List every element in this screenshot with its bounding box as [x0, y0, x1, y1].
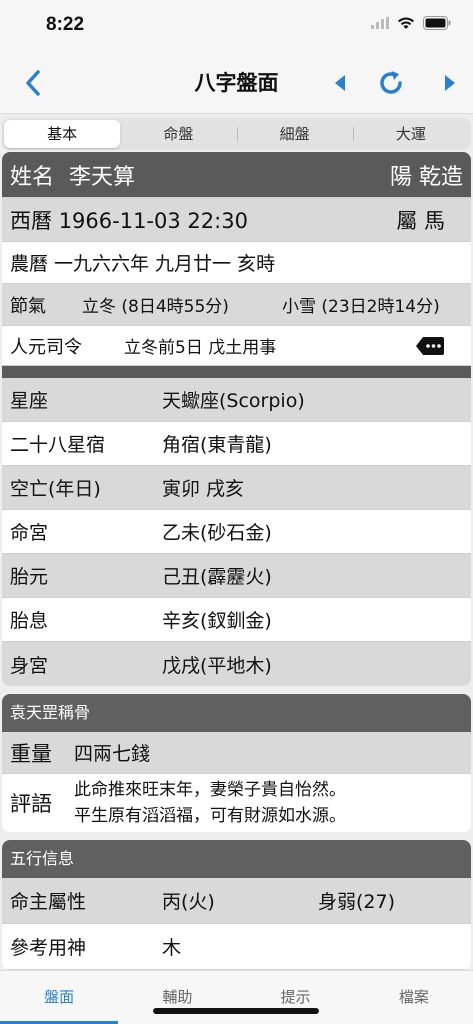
wuxing-value: 丙(火): [162, 891, 215, 913]
segment-detail[interactable]: 細盤: [236, 120, 353, 148]
bone-weight-card: 袁天罡稱骨 重量 四兩七錢 評語 此命推來旺末年，妻榮子貴自怡然。 平生原有滔滔…: [2, 694, 471, 832]
info-label: 命宮: [10, 522, 49, 544]
lunar-label: 農曆: [10, 253, 49, 275]
weight-value: 四兩七錢: [74, 743, 151, 765]
jieqi-end: 小雪 (23日2時14分): [282, 297, 440, 317]
comment-label: 評語: [10, 792, 52, 816]
status-bar: 8:22: [0, 0, 473, 52]
info-value: 乙未(砂石金): [162, 522, 272, 544]
name-value: 李天算: [69, 164, 136, 190]
status-icons: [371, 16, 451, 30]
status-time: 8:22: [46, 14, 85, 35]
name-row: 姓名 李天算 陽 乾造: [2, 152, 471, 198]
jieqi-row: 節氣 立冬 (8日4時55分) 小雪 (23日2時14分): [2, 284, 471, 326]
wuxing-label: 參考用神: [10, 937, 87, 959]
date-row: 西曆 1966-11-03 22:30 屬 馬: [2, 198, 471, 242]
info-label: 空亡(年日): [10, 478, 101, 500]
list-item: 星座 天蠍座(Scorpio): [2, 378, 471, 422]
info-label: 二十八星宿: [10, 434, 106, 456]
section-divider: [2, 366, 471, 378]
refresh-icon[interactable]: [376, 68, 406, 98]
info-value: 天蠍座(Scorpio): [162, 390, 305, 412]
basic-info-card: 姓名 李天算 陽 乾造 西曆 1966-11-03 22:30 屬 馬 農曆 一…: [2, 152, 471, 686]
segment-chart[interactable]: 命盤: [120, 120, 236, 148]
info-label: 身宮: [10, 654, 49, 677]
tab-chart[interactable]: 盤面: [0, 971, 119, 1024]
lunar-row: 農曆 一九六六年 九月廿一 亥時: [2, 242, 471, 284]
list-item: 二十八星宿 角宿(東青龍): [2, 422, 471, 466]
comment-row: 評語 此命推來旺末年，妻榮子貴自怡然。 平生原有滔滔福，可有財源如水源。: [2, 774, 471, 832]
gender-value: 陽 乾造: [390, 164, 463, 190]
info-value: 寅卯 戌亥: [162, 478, 245, 500]
info-label: 星座: [10, 390, 49, 412]
content-scroll[interactable]: 姓名 李天算 陽 乾造 西曆 1966-11-03 22:30 屬 馬 農曆 一…: [2, 152, 471, 970]
nav-bar: 八字盤面: [0, 52, 473, 114]
more-dots-icon[interactable]: [415, 336, 445, 356]
wuxing-label: 命主屬性: [10, 891, 87, 913]
comment-text: 此命推來旺末年，妻榮子貴自怡然。 平生原有滔滔福，可有財源如水源。: [74, 777, 346, 829]
zodiac-value: 屬 馬: [396, 208, 445, 233]
next-triangle-icon[interactable]: [440, 70, 460, 96]
segment-luck[interactable]: 大運: [352, 120, 469, 148]
list-item: 參考用神 木: [2, 924, 471, 970]
list-item: 身宮 戊戌(平地木): [2, 642, 471, 686]
wuxing-title: 五行信息: [2, 840, 471, 878]
weight-label: 重量: [10, 741, 52, 766]
segmented-control: 基本 命盤 細盤 大運: [2, 118, 471, 150]
wuxing-strength: 身弱(27): [318, 891, 396, 913]
date-value: 1966-11-03 22:30: [58, 208, 248, 233]
tab-bar: 盤面 輔助 提示 檔案: [0, 970, 473, 1024]
info-value: 戊戌(平地木): [162, 654, 272, 677]
battery-icon: [423, 16, 451, 30]
list-item: 命宮 乙未(砂石金): [2, 510, 471, 554]
info-value: 己丑(霹靂火): [162, 566, 272, 588]
tab-hints[interactable]: 提示: [237, 971, 355, 1024]
jieqi-label: 節氣: [10, 295, 46, 317]
lunar-value: 一九六六年 九月廿一 亥時: [54, 253, 276, 275]
bone-weight-title: 袁天罡稱骨: [2, 694, 471, 732]
signal-icon: [371, 17, 389, 29]
info-value: 角宿(東青龍): [162, 434, 272, 456]
list-item: 命主屬性 丙(火) 身弱(27): [2, 878, 471, 924]
prev-triangle-icon[interactable]: [330, 70, 350, 96]
jieqi-start: 立冬 (8日4時55分): [82, 297, 229, 317]
list-item: 空亡(年日) 寅卯 戌亥: [2, 466, 471, 510]
wifi-icon: [398, 17, 414, 29]
comment-line: 平生原有滔滔福，可有財源如水源。: [74, 806, 346, 826]
name-label: 姓名: [10, 164, 55, 190]
renyuan-row: 人元司令 立冬前5日 戊土用事: [2, 326, 471, 366]
segment-basic[interactable]: 基本: [4, 120, 121, 148]
wuxing-value: 木: [162, 937, 182, 959]
tab-files[interactable]: 檔案: [355, 971, 473, 1024]
comment-line: 此命推來旺末年，妻榮子貴自怡然。: [74, 780, 346, 800]
tab-assist[interactable]: 輔助: [118, 971, 236, 1024]
renyuan-value: 立冬前5日 戊土用事: [124, 338, 277, 358]
weight-row: 重量 四兩七錢: [2, 732, 471, 774]
list-item: 胎元 己丑(霹靂火): [2, 554, 471, 598]
info-label: 胎元: [10, 566, 49, 588]
date-label: 西曆: [10, 208, 52, 233]
list-item: 胎息 辛亥(釵釧金): [2, 598, 471, 642]
info-label: 胎息: [10, 610, 49, 632]
home-indicator: [153, 1008, 319, 1014]
wuxing-card: 五行信息 命主屬性 丙(火) 身弱(27) 參考用神 木: [2, 840, 471, 970]
renyuan-label: 人元司令: [10, 336, 82, 358]
info-value: 辛亥(釵釧金): [162, 610, 272, 632]
